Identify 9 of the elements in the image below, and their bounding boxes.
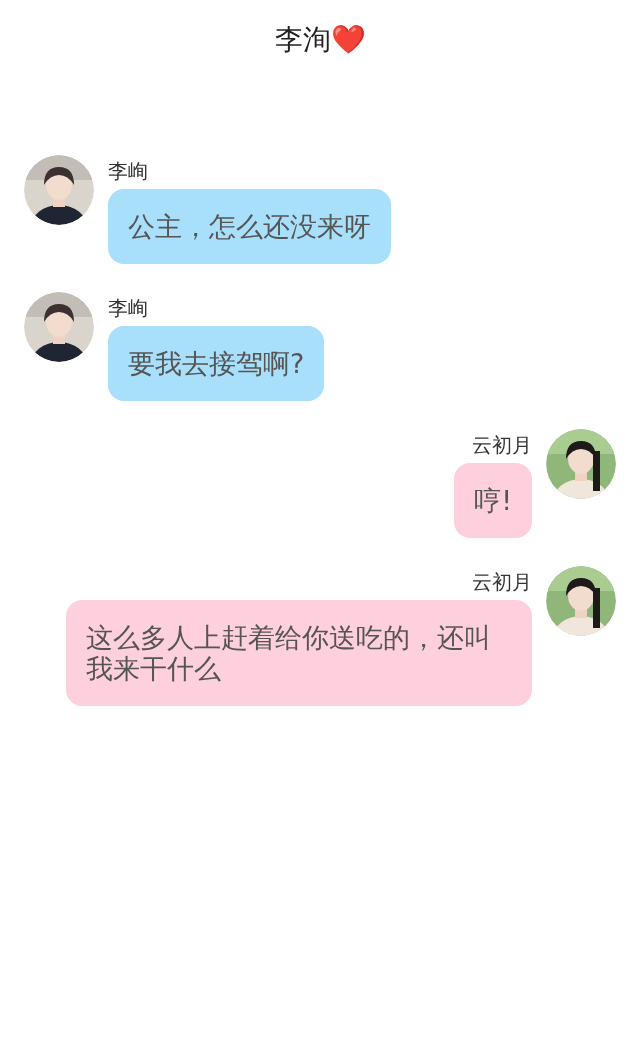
sender-name: 云初月 <box>472 433 532 457</box>
message-bubble: 公主，怎么还没来呀 <box>108 189 391 264</box>
sender-name: 云初月 <box>472 570 532 594</box>
message-bubble: 要我去接驾啊? <box>108 326 325 401</box>
message-bubble: 哼! <box>454 463 532 538</box>
sender-name: 李峋 <box>108 159 148 183</box>
message-bubble: 这么多人上赶着给你送吃的，还叫我来干什么 <box>66 600 532 706</box>
chat-title: 李洵❤ <box>274 22 366 58</box>
sender-name: 李峋 <box>108 296 148 320</box>
